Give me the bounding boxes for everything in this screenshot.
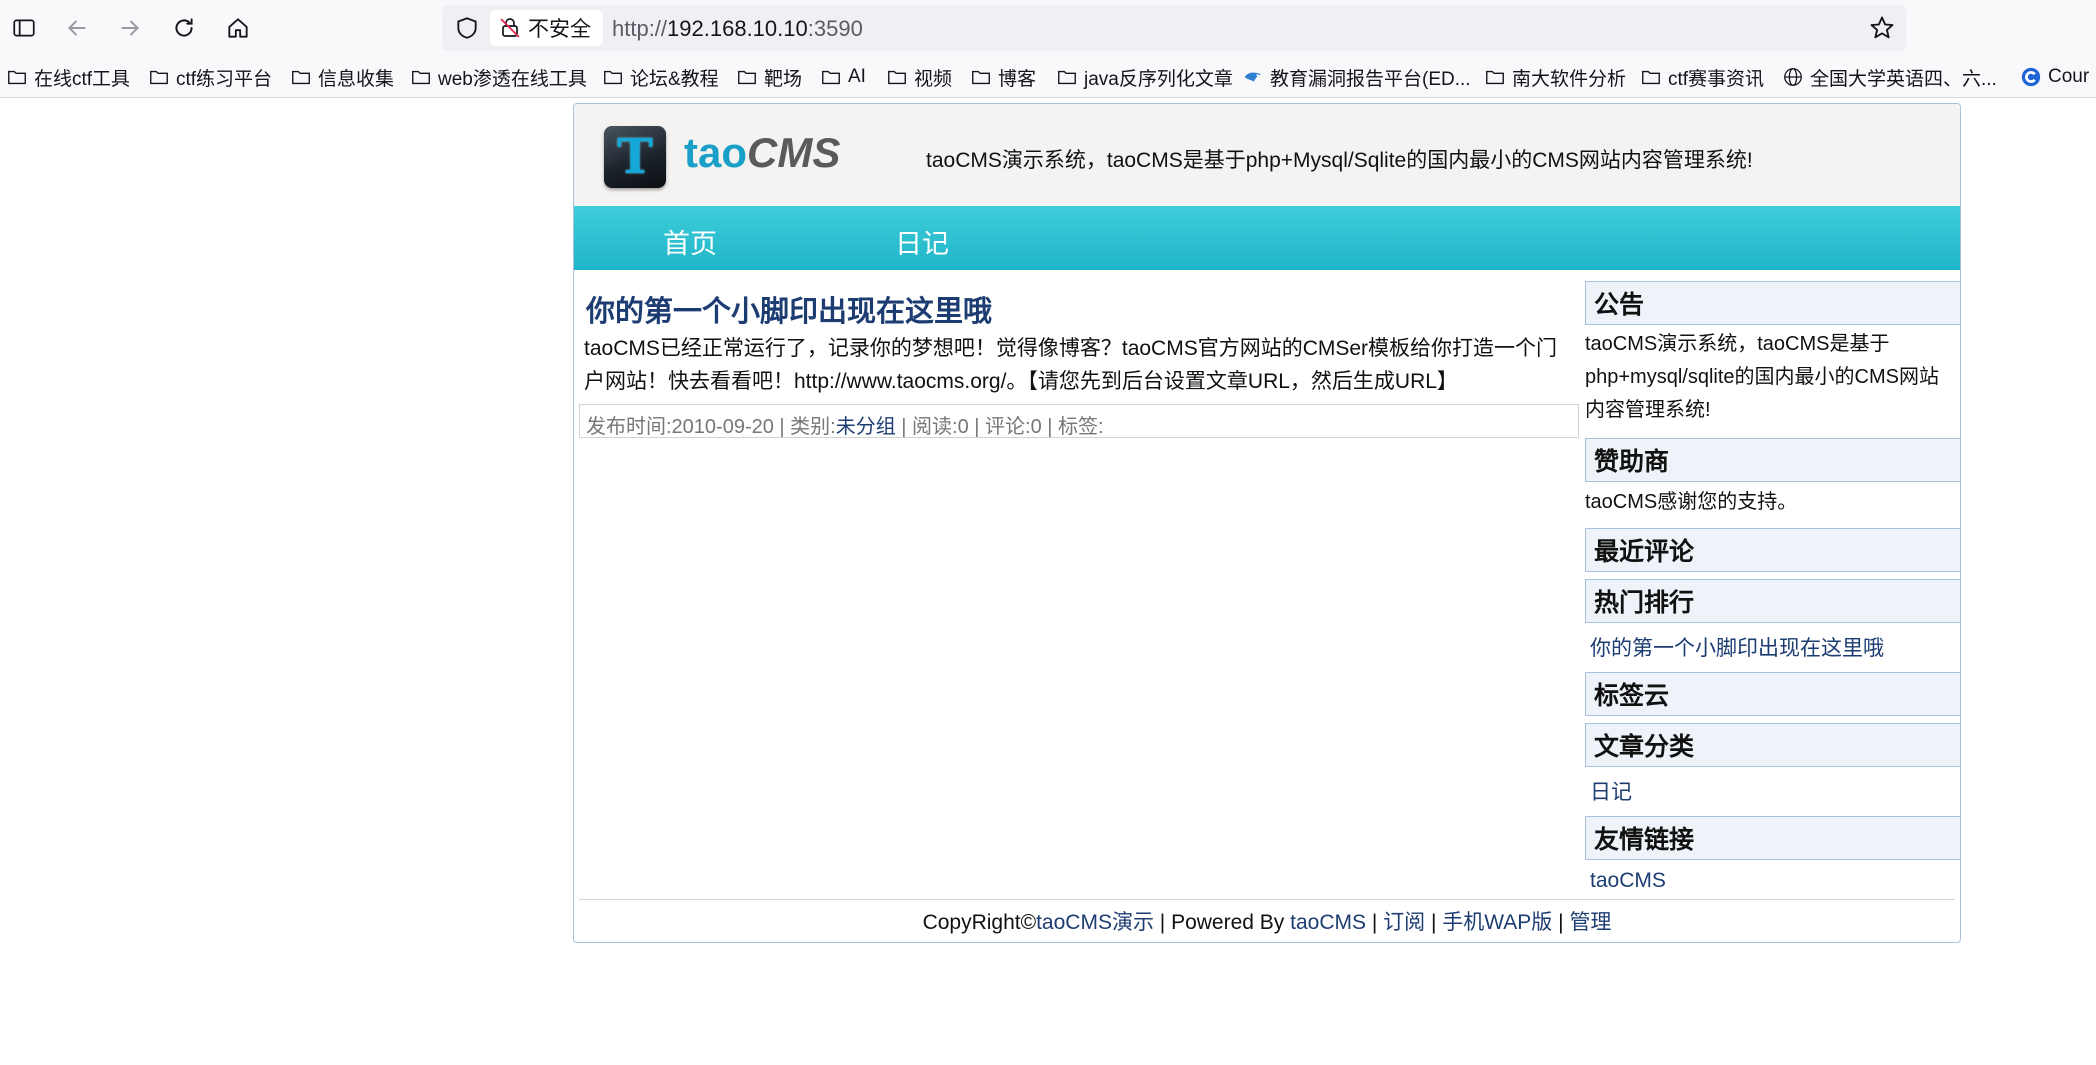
folder-icon bbox=[972, 70, 990, 85]
nav-home[interactable]: 首页 bbox=[663, 222, 717, 261]
sidebar-heading-sponsor: 赞助商 bbox=[1585, 438, 1960, 482]
folder-icon bbox=[738, 70, 756, 85]
main-nav: 首页 日记 bbox=[574, 206, 1960, 270]
folder-icon bbox=[150, 70, 168, 85]
footer-admin-link[interactable]: 管理 bbox=[1569, 911, 1611, 934]
footer-subscribe-link[interactable]: 订阅 bbox=[1383, 911, 1425, 934]
friend-link[interactable]: taoCMS bbox=[1590, 869, 1666, 893]
sponsor-text: taoCMS感谢您的支持。 bbox=[1585, 491, 1798, 513]
hot-post-link[interactable]: 你的第一个小脚印出现在这里哦 bbox=[1590, 632, 1884, 662]
folder-icon bbox=[822, 70, 840, 85]
url-text[interactable]: http://192.168.10.10:3590 bbox=[612, 16, 863, 42]
bookmark-folder[interactable]: 南大软件分析 bbox=[1484, 64, 1626, 90]
home-icon[interactable] bbox=[222, 12, 254, 44]
post-category-link[interactable]: 未分组 bbox=[836, 416, 896, 438]
sidebar-heading-recent-comments: 最近评论 bbox=[1585, 528, 1960, 572]
post-body: taoCMS已经正常运行了，记录你的梦想吧！觉得像博客？taoCMS官方网站的C… bbox=[584, 337, 1558, 393]
bird-icon bbox=[1244, 72, 1262, 82]
post-meta: 发布时间:2010-09-20 | 类别:未分组 | 阅读:0 | 评论:0 |… bbox=[579, 404, 1579, 438]
bookmark-folder[interactable]: 论坛&教程 bbox=[602, 64, 719, 90]
sidebar-heading-links: 友情链接 bbox=[1585, 816, 1960, 860]
site-description: taoCMS演示系统，taoCMS是基于php+Mysql/Sqlite的国内最… bbox=[926, 149, 1753, 172]
folder-icon bbox=[888, 70, 906, 85]
not-secure-badge[interactable]: 不安全 bbox=[490, 10, 603, 46]
sidebar-toggle-icon[interactable] bbox=[8, 12, 40, 44]
bookmark-folder[interactable]: web渗透在线工具 bbox=[410, 64, 587, 90]
address-bar[interactable]: 不安全 http://192.168.10.10:3590 bbox=[442, 5, 1906, 51]
site-header: T taoCMS taoCMS演示系统，taoCMS是基于php+Mysql/S… bbox=[574, 104, 1960, 206]
category-link[interactable]: 日记 bbox=[1590, 776, 1632, 806]
sidebar-heading-hot: 热门排行 bbox=[1585, 579, 1960, 623]
site-container: T taoCMS taoCMS演示系统，taoCMS是基于php+Mysql/S… bbox=[573, 103, 1961, 943]
site-footer: CopyRight©taoCMS演示 | Powered By taoCMS |… bbox=[922, 911, 1612, 934]
coursera-icon bbox=[2021, 67, 2041, 87]
bookmark-star-icon[interactable] bbox=[1868, 14, 1896, 42]
bookmark-folder[interactable]: java反序列化文章 bbox=[1056, 64, 1233, 90]
reload-icon[interactable] bbox=[168, 12, 200, 44]
folder-icon bbox=[1486, 70, 1504, 85]
folder-icon bbox=[1058, 70, 1076, 85]
folder-icon bbox=[292, 70, 310, 85]
footer-demo-link[interactable]: taoCMS演示 bbox=[1036, 911, 1154, 934]
folder-icon bbox=[604, 70, 622, 85]
globe-icon bbox=[1784, 68, 1802, 86]
bookmark-folder[interactable]: 信息收集 bbox=[290, 64, 394, 90]
site-logo[interactable]: taoCMS bbox=[684, 132, 840, 174]
notice-text: taoCMS演示系统，taoCMS是基于 php+mysql/sqlite的国内… bbox=[1585, 333, 1939, 421]
nav-diary[interactable]: 日记 bbox=[895, 222, 949, 261]
footer-powered-link[interactable]: taoCMS bbox=[1290, 911, 1366, 934]
bookmark-folder[interactable]: ctf练习平台 bbox=[148, 64, 272, 90]
footer-divider bbox=[579, 899, 1955, 900]
folder-icon bbox=[8, 70, 26, 85]
back-icon[interactable] bbox=[61, 12, 93, 44]
browser-toolbar: 不安全 http://192.168.10.10:3590 bbox=[0, 0, 2096, 56]
shield-icon[interactable] bbox=[454, 15, 480, 41]
sidebar-heading-categories: 文章分类 bbox=[1585, 723, 1960, 767]
sidebar-heading-tags: 标签云 bbox=[1585, 672, 1960, 716]
bookmark-folder[interactable]: AI bbox=[820, 64, 866, 90]
sidebar-heading-notice: 公告 bbox=[1585, 281, 1960, 325]
bookmark-folder[interactable]: 在线ctf工具 bbox=[6, 64, 130, 90]
logo-icon[interactable]: T bbox=[604, 126, 666, 188]
bookmark-folder[interactable]: ctf赛事资讯 bbox=[1640, 64, 1764, 90]
folder-icon bbox=[412, 70, 430, 85]
bookmarks-bar: 在线ctf工具 ctf练习平台 信息收集 web渗透在线工具 论坛&教程 靶场 … bbox=[0, 56, 2096, 98]
bookmark-folder[interactable]: 靶场 bbox=[736, 64, 802, 90]
folder-icon bbox=[1642, 70, 1660, 85]
bookmark-link[interactable]: 教育漏洞报告平台(ED... bbox=[1242, 64, 1471, 90]
bookmark-link[interactable]: 全国大学英语四、六... bbox=[1782, 64, 1997, 90]
post-title[interactable]: 你的第一个小脚印出现在这里哦 bbox=[586, 288, 992, 330]
bookmark-folder[interactable]: 博客 bbox=[970, 64, 1036, 90]
forward-icon[interactable] bbox=[114, 12, 146, 44]
bookmark-folder[interactable]: 视频 bbox=[886, 64, 952, 90]
bookmark-link[interactable]: Cour bbox=[2020, 64, 2089, 90]
footer-wap-link[interactable]: 手机WAP版 bbox=[1442, 911, 1552, 934]
not-secure-label: 不安全 bbox=[528, 18, 591, 41]
insecure-lock-icon bbox=[500, 18, 520, 38]
